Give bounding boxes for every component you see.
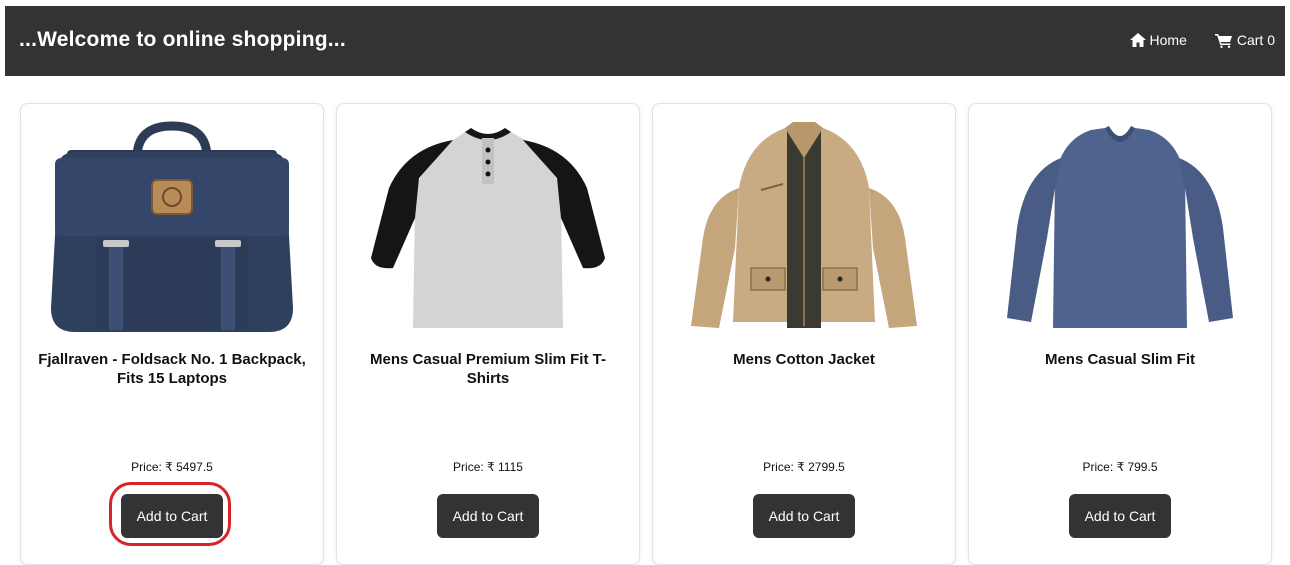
- site-title: ...Welcome to online shopping...: [19, 28, 346, 51]
- add-to-cart-button[interactable]: Add to Cart: [121, 494, 223, 538]
- home-icon: [1129, 33, 1146, 47]
- top-navbar: ...Welcome to online shopping... Home Ca…: [5, 6, 1285, 76]
- cart-icon: [1214, 33, 1233, 48]
- product-price: Price: ₹ 2799.5: [763, 460, 845, 474]
- product-card: Mens Casual Premium Slim Fit T-Shirts Pr…: [336, 103, 640, 565]
- nav-cart-link[interactable]: Cart 0: [1214, 32, 1275, 48]
- nav-cart-label: Cart 0: [1236, 32, 1275, 48]
- product-card: Mens Casual Slim Fit Price: ₹ 799.5 Add …: [968, 103, 1272, 565]
- product-grid: Fjallraven - Foldsack No. 1 Backpack, Fi…: [20, 103, 1272, 565]
- khaki-jacket-image: [691, 122, 917, 328]
- blue-longsleeve-image: [1007, 126, 1233, 328]
- product-title: Fjallraven - Foldsack No. 1 Backpack, Fi…: [38, 351, 306, 387]
- add-to-cart-button[interactable]: Add to Cart: [437, 494, 539, 538]
- nav-home-label: Home: [1149, 32, 1187, 48]
- product-title: Mens Cotton Jacket: [733, 351, 875, 368]
- nav-links: Home Cart 0: [1129, 32, 1275, 48]
- product-price: Price: ₹ 799.5: [1082, 460, 1158, 474]
- product-card: Fjallraven - Foldsack No. 1 Backpack, Fi…: [20, 103, 324, 565]
- product-price: Price: ₹ 1115: [453, 460, 523, 474]
- product-title: Mens Casual Premium Slim Fit T-Shirts: [370, 351, 606, 387]
- raglan-tshirt-image: [371, 128, 605, 328]
- product-card: Mens Cotton Jacket Price: ₹ 2799.5 Add t…: [652, 103, 956, 565]
- product-price: Price: ₹ 5497.5: [131, 460, 213, 474]
- product-title: Mens Casual Slim Fit: [1044, 351, 1196, 368]
- add-to-cart-button[interactable]: Add to Cart: [1069, 494, 1171, 538]
- nav-home-link[interactable]: Home: [1129, 32, 1187, 48]
- navy-backpack-image: [51, 121, 293, 332]
- add-to-cart-button[interactable]: Add to Cart: [753, 494, 855, 538]
